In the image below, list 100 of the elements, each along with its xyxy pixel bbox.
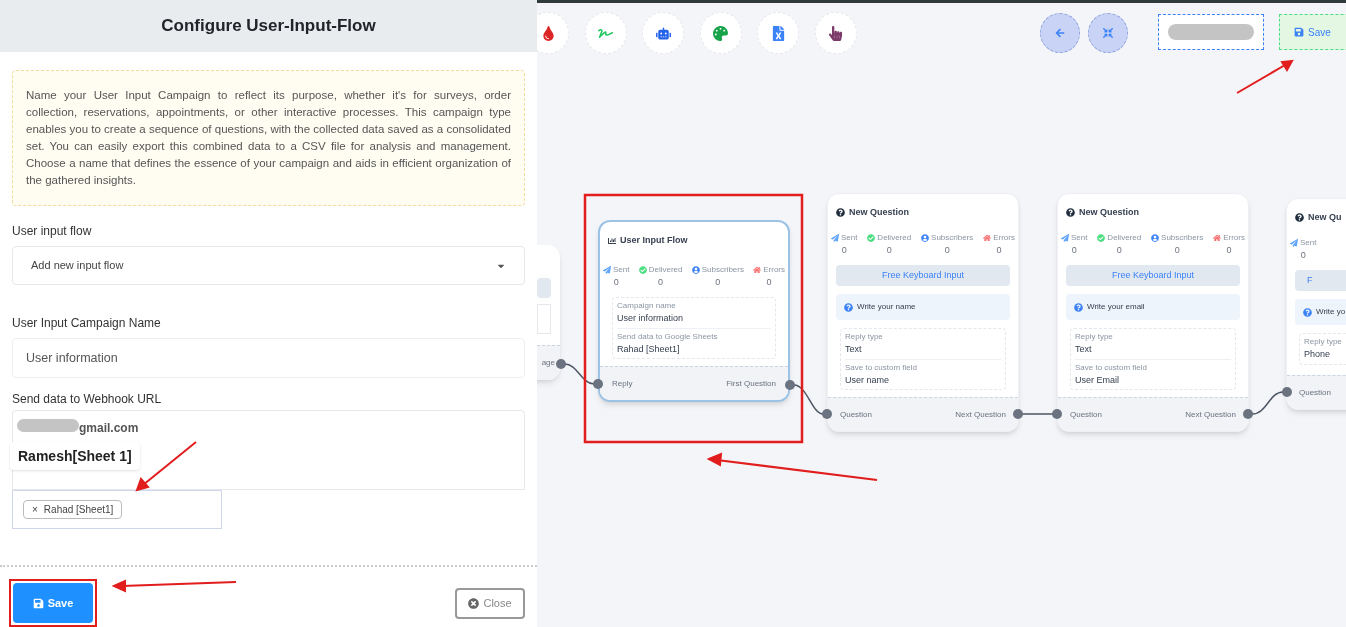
port-label: Next Question <box>955 408 1006 421</box>
port-label: Next Question <box>1185 408 1236 421</box>
stat-label: Errors <box>763 263 785 276</box>
house-icon <box>983 233 992 242</box>
port-label: Question <box>1299 386 1332 399</box>
name-field[interactable] <box>1158 14 1264 50</box>
house-icon <box>753 265 762 274</box>
flow-node[interactable]: New Qu Sent 0 F Write yo Reply type Phone Question <box>1286 198 1346 410</box>
flow-node[interactable]: New Question Sent 0 Delivered 0 Subscribers 0 Errors 0 Free Keyboard Input Write your email Reply type Text Save to custom field User Email Question Next Question <box>1057 193 1249 432</box>
tool-button[interactable] <box>757 12 799 54</box>
drop-icon <box>540 25 556 41</box>
select-value: Add new input flow <box>31 258 124 274</box>
prompt-text: Write your email <box>1087 301 1145 313</box>
sheet-tags-field[interactable]: × Rahad [Sheet1] <box>12 490 222 529</box>
detail-value: Text <box>845 343 863 356</box>
detail-value: Rahad [Sheet1] <box>617 342 681 356</box>
robot-icon <box>655 25 671 41</box>
question-icon <box>1295 213 1304 223</box>
stat-value: 0 <box>886 243 892 257</box>
field-label: User Input Campaign Name <box>12 315 162 332</box>
pointer-hand-icon <box>828 25 843 41</box>
save-icon <box>1294 27 1304 37</box>
field-label: Send data to Webhook URL <box>12 391 163 408</box>
connector <box>793 384 824 415</box>
stat-value: 0 <box>613 275 619 289</box>
question-icon <box>844 302 853 312</box>
user-icon <box>691 265 700 274</box>
tool-button[interactable] <box>642 12 684 54</box>
stat-label: Sent <box>841 231 858 244</box>
node-details <box>537 304 551 334</box>
webhook-value: gmail.com <box>79 420 139 437</box>
prompt-text: Write yo <box>1316 306 1346 318</box>
port-label: Reply <box>612 377 633 390</box>
stat-label: Sent <box>613 263 630 276</box>
user-icon <box>1151 233 1160 242</box>
flow-select[interactable]: Add new input flow <box>12 246 525 285</box>
stat-label: Delivered <box>648 263 683 276</box>
detail-value: Text <box>1075 343 1093 356</box>
stat-value: 0 <box>658 275 664 289</box>
save-icon <box>32 597 44 609</box>
paper-plane-icon <box>831 233 839 242</box>
paper-plane-icon <box>1290 238 1298 247</box>
arrow-drawing <box>135 441 197 492</box>
stat-label: Subscribers <box>701 263 744 276</box>
node-title: New Qu <box>1308 211 1342 224</box>
close-button[interactable]: Close <box>455 587 525 619</box>
question-icon <box>1303 307 1312 317</box>
detail-label: Save to custom field <box>845 361 919 374</box>
prompt-text: Write your name <box>857 301 916 313</box>
detail-label: Save to custom field <box>1075 361 1149 374</box>
detail-label: Reply type <box>845 331 884 343</box>
tool-button[interactable] <box>699 12 742 54</box>
close-icon <box>468 597 480 609</box>
arrow-left-icon <box>1055 28 1065 38</box>
question-icon <box>1074 302 1083 312</box>
house-icon <box>1213 233 1222 242</box>
detail-value: User Email <box>1075 373 1120 387</box>
tool-button[interactable] <box>537 12 569 54</box>
arrow-drawing <box>1236 59 1294 94</box>
stat-value: 0 <box>841 243 847 257</box>
palette-icon <box>713 25 728 41</box>
stat-label: Subscribers <box>931 231 974 244</box>
connector <box>1021 413 1054 415</box>
tag-label: Rahad [Sheet1] <box>43 503 114 517</box>
back-button[interactable] <box>1040 13 1080 53</box>
port-label: Question <box>840 408 873 421</box>
detail-label: Reply type <box>1304 336 1343 348</box>
port-label: First Question <box>726 377 776 390</box>
detail-value: User information <box>617 312 685 325</box>
detail-label: Send data to Google Sheets <box>617 330 719 343</box>
node-title: New Question <box>849 206 909 219</box>
detail-label: Reply type <box>1075 331 1114 343</box>
tool-button[interactable] <box>814 12 857 54</box>
flow-node[interactable]: User Input Flow Sent 0 Delivered 0 Subscribers 0 Errors 0 Campaign name User information Send data to Google Sheets Rahad [Sheet1] Reply First Question <box>598 220 790 402</box>
file-icon <box>770 25 786 41</box>
port-label: Question <box>1070 408 1103 421</box>
stat-value: 0 <box>1300 248 1306 262</box>
flow-node[interactable]: New Question Sent 0 Delivered 0 Subscribers 0 Errors 0 Free Keyboard Input Write your name Reply type Text Save to custom field User name Question Next Question <box>827 193 1019 432</box>
sheet-tag[interactable]: × Rahad [Sheet1] <box>23 500 123 519</box>
stat-label: Errors <box>1223 231 1245 244</box>
field-label: User input flow <box>12 223 93 240</box>
paper-plane-icon <box>603 265 611 274</box>
remove-tag-icon[interactable]: × <box>32 502 38 517</box>
detail-value: Phone <box>1304 348 1332 361</box>
stat-value: 0 <box>996 243 1002 257</box>
node-button[interactable] <box>537 278 551 298</box>
compress-icon <box>1103 28 1113 38</box>
stat-label: Delivered <box>877 231 912 244</box>
question-icon <box>1066 208 1075 218</box>
node-title: User Input Flow <box>620 234 688 247</box>
campaign-name-field[interactable]: User information <box>12 338 525 378</box>
stat-value: 0 <box>1071 243 1077 257</box>
connector <box>564 363 595 385</box>
paper-plane-icon <box>1061 233 1069 242</box>
blurred-text <box>17 419 79 432</box>
flow-node[interactable]: age <box>537 245 560 380</box>
info-text: Name your User Input Campaign to reflect its purpose, whether it's for surveys, order collection, reservations, appointments, or other interactive processes. This campaign type enables you to create a sequence of questions, with the collected data saved as a consolidated set. You can easily export this combined data to a CSV file for analysis and management. Choose a name that defines the essence of your campaign and aids in efficient organization of the gathered insights. <box>12 70 525 206</box>
stat-value: 0 <box>1174 243 1180 257</box>
stat-label: Sent <box>1071 231 1088 244</box>
panel-title: Configure User-Input-Flow <box>161 15 376 38</box>
